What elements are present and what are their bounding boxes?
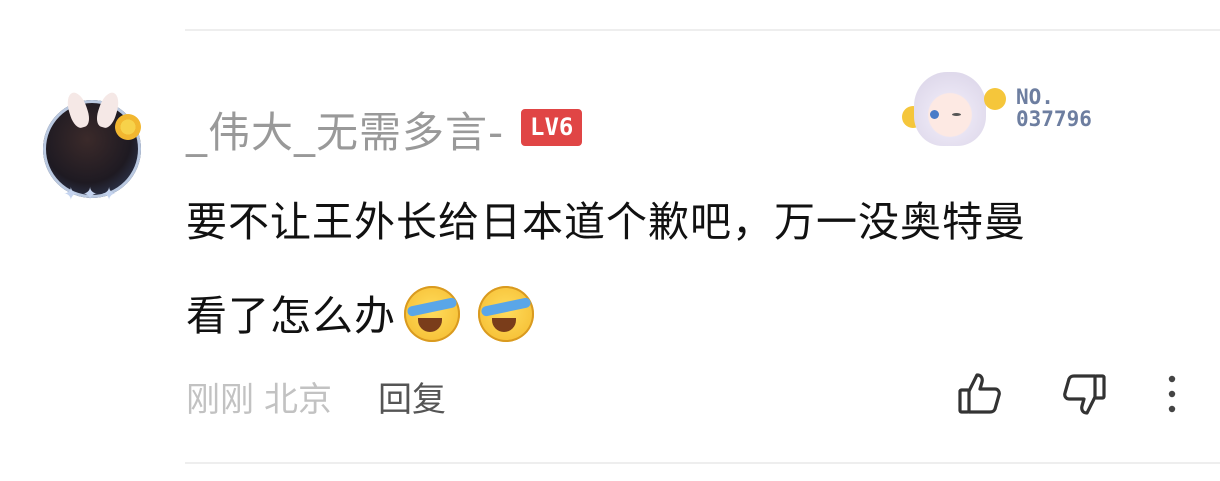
level-badge: LV6 <box>521 109 583 146</box>
avatar-flower-decoration <box>113 112 143 142</box>
fan-badge-eye <box>952 113 961 116</box>
fan-badge[interactable] <box>900 66 1012 150</box>
more-vertical-icon <box>1168 375 1176 413</box>
laughing-crying-emoji-icon <box>478 286 534 342</box>
fan-badge-number: NO. 037796 <box>1016 86 1092 130</box>
thumbs-down-icon <box>1063 374 1106 415</box>
top-divider <box>185 29 1220 31</box>
thumbs-up-icon <box>958 373 1001 414</box>
comment-meta: 刚刚 北京 <box>186 372 332 421</box>
username[interactable]: _伟大_无需多言- <box>186 99 504 160</box>
comment-time: 刚刚 <box>186 380 254 420</box>
fan-badge-eye <box>930 110 939 119</box>
fan-badge-no-label: NO. <box>1016 85 1054 109</box>
comment-text: 要不让王外长给日本道个歉吧，万一没奥特曼 看了怎么办 <box>186 175 1186 363</box>
more-options-button[interactable] <box>1160 370 1184 418</box>
fan-badge-character <box>914 72 986 146</box>
comment-line-2-text: 看了怎么办 <box>186 292 396 340</box>
comment-line-1: 要不让王外长给日本道个歉吧，万一没奥特曼 <box>186 198 1026 246</box>
fan-badge-no-value: 037796 <box>1016 107 1092 131</box>
avatar-ear <box>63 90 93 130</box>
user-avatar[interactable]: ✦✦✦ <box>43 90 143 204</box>
dislike-button[interactable] <box>1060 370 1108 418</box>
comment-line-2: 看了怎么办 <box>186 269 1186 363</box>
bottom-divider <box>185 462 1220 464</box>
like-button[interactable] <box>956 370 1004 418</box>
avatar-frame-decoration: ✦✦✦ <box>63 184 121 205</box>
comment-location: 北京 <box>264 380 332 420</box>
reply-button[interactable]: 回复 <box>378 372 446 421</box>
sun-icon <box>984 88 1006 110</box>
laughing-crying-emoji-icon <box>404 286 460 342</box>
